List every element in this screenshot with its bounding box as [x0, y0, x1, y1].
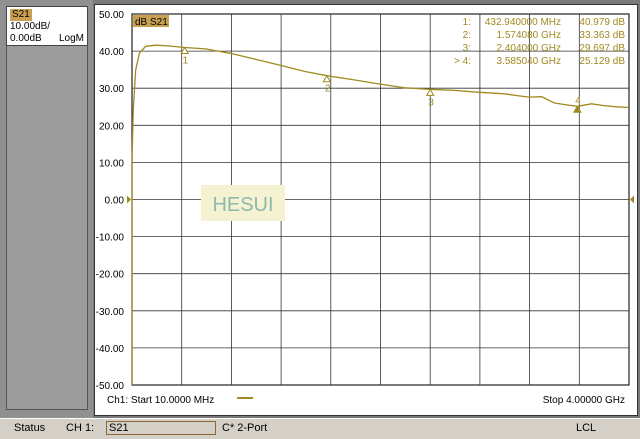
trace-tag: S21: [10, 9, 32, 21]
active-parameter-field[interactable]: S21: [106, 421, 216, 435]
chart-svg[interactable]: 50.00 40.00 30.00 20.00 10.00 0.00 -10.00 -20.0…: [95, 5, 637, 415]
trace-scale: 10.00dB/: [10, 21, 51, 32]
marker-readout-freq: 1.574080 GHz: [497, 30, 562, 41]
y-tick-label: -10.00: [96, 233, 125, 244]
marker-number: 3: [428, 97, 434, 108]
marker-readout-id: 2:: [463, 30, 471, 41]
marker-readout-value: 40.979 dB: [579, 17, 625, 28]
marker-readout-value: 33.363 dB: [579, 30, 625, 41]
status-bar: Status CH 1: S21 C* 2-Port LCL: [0, 418, 640, 439]
y-tick-label: -40.00: [96, 344, 125, 355]
marker-readout-freq: 2.404000 GHz: [497, 43, 562, 54]
y-tick-label: 0.00: [105, 196, 125, 207]
marker-readout-id: 3:: [463, 43, 471, 54]
marker-number: 1: [183, 55, 189, 66]
y-tick-label: 10.00: [99, 158, 124, 169]
stop-frequency-label: Stop 4.00000 GHz: [543, 395, 625, 406]
y-tick-label: 30.00: [99, 84, 124, 95]
y-tick-label: 40.00: [99, 47, 124, 58]
watermark-text: HESUI: [212, 194, 273, 216]
marker-number: 4: [575, 95, 581, 106]
marker-readout-id: 1:: [463, 17, 471, 28]
trace-format: LogM: [58, 33, 84, 44]
marker-readout-freq: 3.585040 GHz: [497, 56, 562, 67]
plot-area[interactable]: 50.00 40.00 30.00 20.00 10.00 0.00 -10.00 -20.0…: [94, 4, 638, 416]
trace-info-box[interactable]: S21 10.00dB/ 0.00dB LogM: [6, 6, 88, 46]
channel-label: CH 1:: [66, 422, 95, 434]
ref-arrow-left: [127, 195, 131, 204]
y-tick-label: -20.00: [96, 270, 125, 281]
y-tick-label: 20.00: [99, 121, 124, 132]
marker-readout-value: 29.697 dB: [579, 43, 625, 54]
start-frequency-label: Ch1: Start 10.0000 MHz: [107, 395, 214, 406]
side-panel-area: S21 10.00dB/ 0.00dB LogM: [0, 0, 93, 418]
y-tick-label: 50.00: [99, 10, 124, 21]
marker-readout-value: 25.129 dB: [579, 56, 625, 67]
trace-ref-value: 0.00dB: [10, 33, 42, 44]
trace-label: dB S21: [135, 17, 168, 28]
lcl-label: LCL: [576, 422, 597, 434]
marker-readout-freq: 432.940000 MHz: [485, 17, 561, 28]
ref-arrow-right: [630, 195, 634, 204]
status-label: Status: [14, 422, 46, 434]
calibration-label: C* 2-Port: [222, 422, 268, 434]
side-panel: [6, 6, 88, 410]
marker-number: 2: [325, 84, 331, 95]
y-tick-label: -30.00: [96, 307, 125, 318]
y-tick-label: -50.00: [96, 381, 125, 392]
marker-readout-id: > 4:: [454, 56, 471, 67]
